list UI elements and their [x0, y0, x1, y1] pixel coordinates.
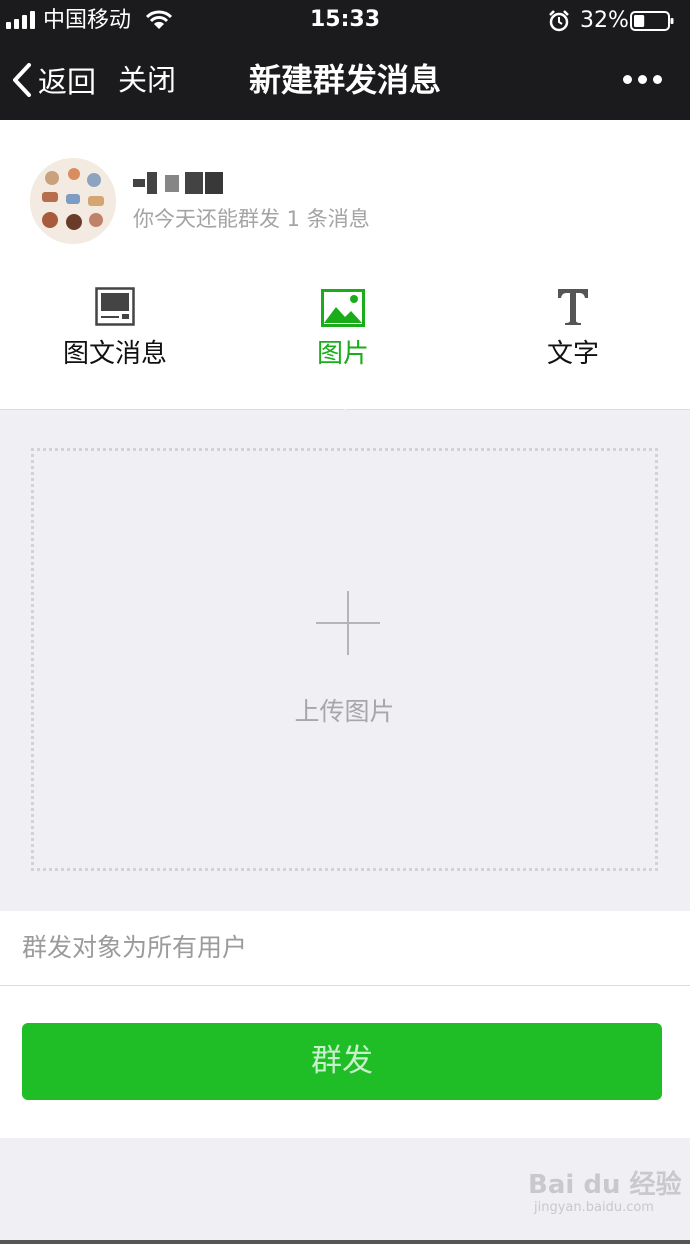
account-name-redacted — [133, 172, 225, 194]
image-icon — [321, 289, 365, 327]
watermark-url: jingyan.baidu.com — [534, 1200, 654, 1215]
tab-image-label: 图片 — [316, 339, 369, 369]
nav-bar: 返回 关闭 新建群发消息 — [0, 42, 690, 120]
upload-label: 上传图片 — [294, 697, 395, 726]
compose-header: 你今天还能群发 1 条消息 图文消息 图片 文字 — [0, 120, 690, 410]
watermark-brand: Bai du 经验 — [528, 1170, 682, 1200]
top-bar: 中国移动 15:33 32% 返回 关闭 新建群发消息 — [0, 0, 690, 120]
baidu-watermark: Bai du 经验 jingyan.baidu.com — [528, 1170, 682, 1216]
more-dots-icon[interactable] — [620, 70, 668, 90]
send-area: 群发 — [0, 986, 690, 1138]
active-tab-pointer — [330, 395, 360, 410]
audience-label: 群发对象为所有用户 — [22, 933, 248, 962]
upload-image-area[interactable]: 上传图片 — [31, 448, 658, 871]
avatar[interactable] — [30, 158, 116, 244]
text-icon — [558, 289, 588, 325]
send-button[interactable]: 群发 — [22, 1023, 662, 1100]
alarm-icon — [549, 10, 569, 32]
article-icon — [95, 287, 135, 326]
quota-text: 你今天还能群发 1 条消息 — [133, 207, 370, 231]
tab-image[interactable]: 图片 — [228, 285, 458, 371]
tab-text-label: 文字 — [546, 339, 599, 369]
tab-text[interactable]: 文字 — [458, 285, 688, 371]
battery-icon — [630, 11, 674, 31]
page-title: 新建群发消息 — [248, 61, 441, 99]
battery-percent: 32% — [580, 8, 629, 33]
status-bar: 中国移动 15:33 32% — [0, 0, 690, 42]
tab-article-label: 图文消息 — [62, 339, 167, 369]
tab-article[interactable]: 图文消息 — [0, 285, 230, 371]
audience-row[interactable]: 群发对象为所有用户 — [0, 911, 690, 986]
bottom-edge — [0, 1240, 690, 1244]
plus-icon — [316, 591, 380, 655]
